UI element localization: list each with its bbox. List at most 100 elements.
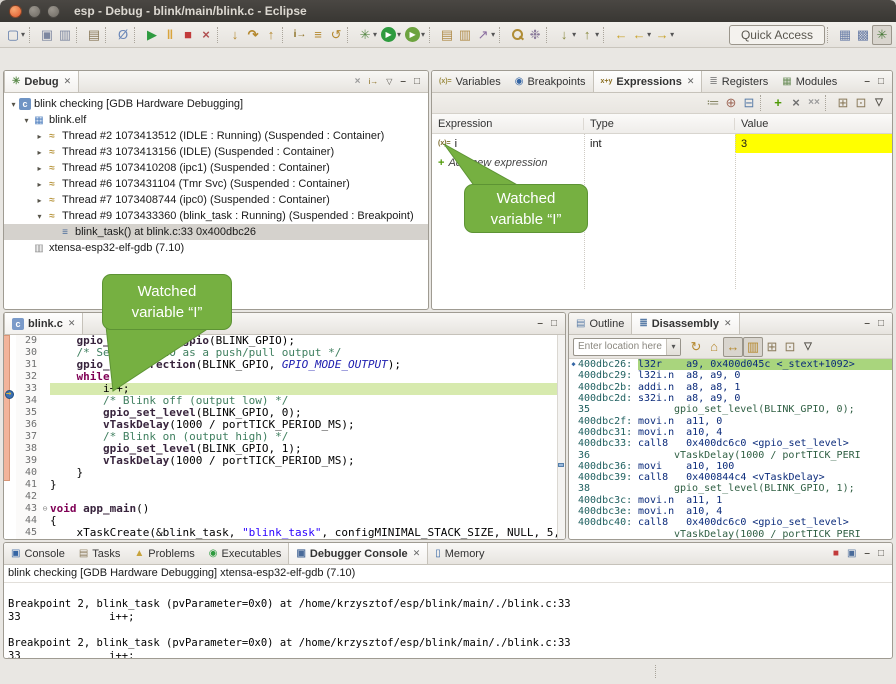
close-tab-icon[interactable]: ✕ xyxy=(687,76,695,87)
line-number[interactable]: 41 xyxy=(16,479,40,491)
suspend-icon[interactable]: ‖ xyxy=(161,25,179,45)
external-tools-icon[interactable]: ▶▾ xyxy=(403,25,427,45)
minimize-icon[interactable]: – xyxy=(396,76,410,87)
console-tab-memory[interactable]: ▯Memory xyxy=(428,543,491,564)
maximize-icon[interactable]: □ xyxy=(547,318,561,329)
line-number[interactable]: 37 xyxy=(16,431,40,443)
minimize-icon[interactable]: – xyxy=(860,76,874,87)
views-tab-breakpoints[interactable]: ◉Breakpoints xyxy=(508,71,593,92)
views-tab-disassembly[interactable]: ≣Disassembly✕ xyxy=(631,313,739,334)
console-tab-debugger-console[interactable]: ▣Debugger Console✕ xyxy=(288,543,428,564)
run-icon[interactable]: ▶▾ xyxy=(379,25,403,45)
debug-tree-row[interactable]: ≡blink_task() at blink.c:33 0x400dbc26 xyxy=(4,224,428,240)
window-minimize-button[interactable] xyxy=(28,5,41,18)
debug-tree-row[interactable]: ▸≈Thread #6 1073431104 (Tmr Svc) (Suspen… xyxy=(4,176,428,192)
forward-icon[interactable]: →▾ xyxy=(653,25,676,45)
overview-ruler[interactable] xyxy=(557,335,565,540)
terminate-console-icon[interactable]: ■ xyxy=(829,548,843,559)
expression-row[interactable]: (x)=iint3 xyxy=(432,134,892,153)
next-annotation-icon[interactable]: ↓▾ xyxy=(555,25,578,45)
use-step-filters-icon[interactable]: ≡ xyxy=(309,25,327,45)
column-header-value[interactable]: Value xyxy=(735,118,892,130)
disassembly-row[interactable]: 400dbc36:movi a10, 100 xyxy=(569,461,892,472)
debug-perspective-button[interactable]: ✳ xyxy=(872,25,892,45)
instruction-stepping-mode-icon[interactable]: i→ xyxy=(364,77,382,86)
terminate-icon[interactable]: ■ xyxy=(179,25,197,45)
refresh-view-icon[interactable]: ↻ xyxy=(687,337,705,357)
tree-expand-icon[interactable]: ▸ xyxy=(34,148,45,157)
disassembly-row[interactable]: vTaskDelay(1000 / portTICK PERI xyxy=(569,528,892,539)
disassembly-row[interactable]: 400dbc2b:addi.n a8, a8, 1 xyxy=(569,382,892,393)
debug-tab-debug[interactable]: ✳Debug✕ xyxy=(4,71,79,92)
line-number[interactable]: 36 xyxy=(16,419,40,431)
line-number[interactable]: 40 xyxy=(16,467,40,479)
show-source-icon[interactable]: ▥ xyxy=(743,337,763,357)
line-number[interactable]: 35 xyxy=(16,407,40,419)
remove-all-terminated-icon[interactable]: × xyxy=(351,76,365,87)
line-number[interactable]: 29 xyxy=(16,335,40,347)
tree-expand-icon[interactable]: ▾ xyxy=(8,100,19,109)
window-maximize-button[interactable] xyxy=(47,5,60,18)
maximize-icon[interactable]: □ xyxy=(874,548,888,559)
dropdown-arrow-icon[interactable]: ▾ xyxy=(670,30,674,39)
location-input[interactable]: Enter location here xyxy=(574,341,666,352)
console-tab-console[interactable]: ▣Console xyxy=(4,543,72,564)
detach-view-icon[interactable]: ⊡ xyxy=(852,93,870,113)
show-type-names-icon[interactable]: ≔ xyxy=(704,93,722,113)
location-combo[interactable]: Enter location here ▾ xyxy=(573,338,681,356)
save-all-icon[interactable]: ▥ xyxy=(56,25,74,45)
remove-expression-icon[interactable]: × xyxy=(787,93,805,113)
console-tab-tasks[interactable]: ▤Tasks xyxy=(72,543,128,564)
disassembly-listing[interactable]: ◆400dbc26:l32r a9, 0x400d045c <_stext+10… xyxy=(569,359,892,540)
disassembly-row[interactable]: 400dbc3c:movi.n a11, 1 xyxy=(569,495,892,506)
debug-tree-row[interactable]: ▥xtensa-esp32-elf-gdb (7.10) xyxy=(4,240,428,256)
editor-tab-blink-c[interactable]: cblink.c✕ xyxy=(4,313,83,334)
open-folder-icon[interactable]: ▥ xyxy=(456,25,474,45)
new-view-icon[interactable]: ⊞ xyxy=(763,337,781,357)
dropdown-arrow-icon[interactable]: ▾ xyxy=(491,30,495,39)
tree-expand-icon[interactable]: ▸ xyxy=(34,196,45,205)
debug-launch-tree[interactable]: ▾cblink checking [GDB Hardware Debugging… xyxy=(4,93,428,256)
disassembly-row[interactable]: 38gpio_set_level(BLINK_GPIO, 1); xyxy=(569,483,892,494)
code-line[interactable]: 43⊖void app_main() xyxy=(4,503,565,515)
code-editor[interactable]: 29 gpio_pad_select_gpio(BLINK_GPIO);30 /… xyxy=(4,335,565,540)
display-selected-console-icon[interactable]: ▣ xyxy=(843,548,860,559)
line-number[interactable]: 42 xyxy=(16,491,40,503)
step-return-icon[interactable]: ↑ xyxy=(262,25,280,45)
quick-access-button[interactable]: Quick Access xyxy=(729,25,825,45)
tree-expand-icon[interactable]: ▾ xyxy=(21,116,32,125)
debug-tree-row[interactable]: ▾▦blink.elf xyxy=(4,112,428,128)
back-icon[interactable]: ←▾ xyxy=(630,25,653,45)
close-tab-icon[interactable]: ✕ xyxy=(413,548,421,559)
disassembly-row[interactable]: 400dbc33:call8 0x400dc6c0 <gpio_set_leve… xyxy=(569,438,892,449)
line-number[interactable]: 30 xyxy=(16,347,40,359)
column-header-type[interactable]: Type xyxy=(584,118,735,130)
dropdown-arrow-icon[interactable]: ▾ xyxy=(373,30,377,39)
maximize-icon[interactable]: □ xyxy=(410,76,424,87)
step-over-icon[interactable]: ↷ xyxy=(244,25,262,45)
disassembly-row[interactable]: 400dbc2f:movi.n a11, 0 xyxy=(569,415,892,426)
debug-tree-row[interactable]: ▸≈Thread #2 1073413512 (IDLE : Running) … xyxy=(4,128,428,144)
dropdown-arrow-icon[interactable]: ▾ xyxy=(647,30,651,39)
console-tab-problems[interactable]: ▲Problems xyxy=(127,543,201,564)
code-line[interactable]: 39 vTaskDelay(1000 / portTICK_PERIOD_MS)… xyxy=(4,455,565,467)
minimize-icon[interactable]: – xyxy=(860,548,874,559)
remove-all-expressions-icon[interactable]: ×× xyxy=(805,93,823,113)
dropdown-arrow-icon[interactable]: ▾ xyxy=(421,30,425,39)
detach-view-icon[interactable]: ⊡ xyxy=(781,337,799,357)
views-tab-outline[interactable]: ▤Outline xyxy=(569,313,631,334)
dropdown-arrow-icon[interactable]: ▾ xyxy=(397,30,401,39)
line-number[interactable]: 45 xyxy=(16,527,40,539)
views-tab-expressions[interactable]: x+yExpressions✕ xyxy=(593,71,703,92)
disassembly-row[interactable]: 400dbc3e:movi.n a10, 4 xyxy=(569,506,892,517)
home-icon[interactable]: ⌂ xyxy=(705,337,723,357)
dropdown-arrow-icon[interactable]: ▾ xyxy=(21,30,25,39)
disconnect-icon[interactable]: × xyxy=(197,25,215,45)
new-view-icon[interactable]: ⊞ xyxy=(834,93,852,113)
build-icon[interactable]: ▤ xyxy=(85,25,103,45)
disassembly-row[interactable]: 400dbc40:call8 0x400dc6c0 <gpio_set_leve… xyxy=(569,517,892,528)
skip-all-breakpoints-icon[interactable]: Ø xyxy=(114,25,132,45)
expression-value[interactable]: 3 xyxy=(735,134,892,153)
view-menu-icon[interactable]: ▽ xyxy=(382,77,396,86)
tree-expand-icon[interactable]: ▾ xyxy=(34,212,45,221)
